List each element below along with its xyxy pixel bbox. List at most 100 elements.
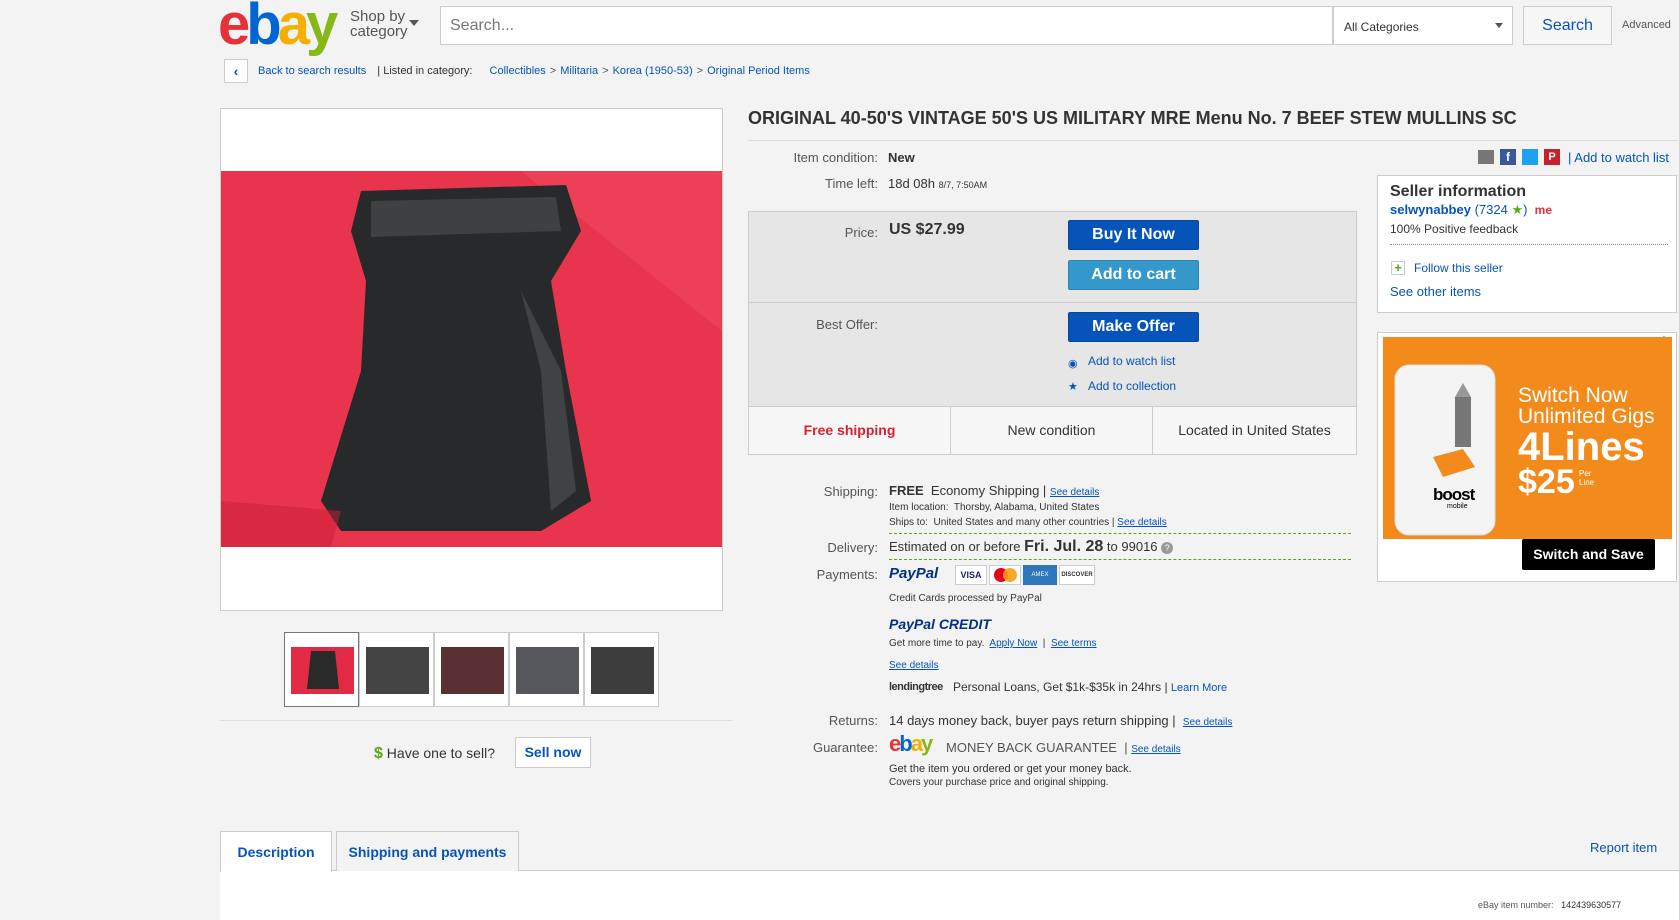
boost-brand: boost — [1433, 485, 1475, 504]
seller-heading: Seller information — [1390, 183, 1527, 200]
positive-feedback: 100% Positive feedback — [1390, 222, 1519, 236]
visa-icon: VISA — [955, 565, 987, 585]
guarantee-text: MONEY BACK GUARANTEE | See details — [946, 740, 1181, 755]
category-select[interactable]: All Categories — [1333, 6, 1513, 45]
returns-see-details-link[interactable]: See details — [1183, 717, 1232, 728]
amex-icon: AMEX — [1023, 565, 1057, 585]
ships-to: Ships to: United States and many other c… — [889, 517, 1167, 528]
paypal-logo: PayPal — [889, 565, 939, 582]
breadcrumb-collectibles[interactable]: Collectibles — [490, 65, 546, 77]
seller-name-row: selwynabbey (7324 ★) me — [1390, 202, 1553, 217]
search-button[interactable]: Search — [1523, 6, 1612, 45]
thumbnail-2[interactable] — [359, 632, 434, 707]
new-condition-highlight: New condition — [951, 407, 1153, 454]
description-content — [220, 871, 1679, 920]
shipping-see-details-link[interactable]: See details — [1050, 487, 1099, 498]
star-icon: ★ — [1068, 381, 1078, 393]
add-to-watch-list-link[interactable]: Add to watch list — [1088, 354, 1175, 368]
follow-seller-link[interactable]: Follow this seller — [1414, 261, 1503, 275]
returns-value: 14 days money back, buyer pays return sh… — [889, 713, 1233, 728]
ebay-guarantee-logo: ebay — [889, 731, 933, 756]
back-arrow-icon[interactable]: ‹ — [224, 59, 248, 83]
breadcrumb: Back to search results | Listed in categ… — [258, 65, 810, 77]
best-offer-label: Best Offer: — [816, 317, 878, 332]
switch-and-save-button[interactable]: Switch and Save — [1522, 539, 1655, 570]
add-to-cart-button[interactable]: Add to cart — [1068, 260, 1199, 290]
me-icon[interactable]: me — [1535, 203, 1552, 217]
breadcrumb-militaria[interactable]: Militaria — [560, 65, 598, 77]
mastercard-icon — [989, 565, 1021, 585]
buy-it-now-button[interactable]: Buy It Now — [1068, 220, 1199, 250]
lendingtree-logo: lendingtree — [889, 681, 943, 693]
see-terms-link[interactable]: See terms — [1051, 638, 1097, 649]
feedback-star-icon: ★ — [1511, 202, 1524, 217]
dashed-divider — [889, 559, 1351, 560]
make-offer-button[interactable]: Make Offer — [1068, 312, 1199, 342]
loans-text: Personal Loans, Get $1k-$35k in 24hrs | … — [953, 680, 1228, 694]
see-other-items-link[interactable]: See other items — [1390, 284, 1481, 299]
add-to-collection-link[interactable]: Add to collection — [1088, 379, 1176, 393]
chevron-down-icon — [409, 20, 419, 26]
item-title: ORIGINAL 40-50'S VINTAGE 50'S US MILITAR… — [748, 108, 1517, 128]
ad-line3: 4Lines — [1518, 425, 1645, 469]
have-one-to-sell: $ Have one to sell? — [374, 745, 495, 762]
credit-cards-note: Credit Cards processed by PayPal — [889, 593, 1042, 604]
chevron-down-icon — [1495, 23, 1503, 28]
email-icon[interactable] — [1478, 150, 1494, 164]
search-input[interactable]: Search... — [440, 6, 1333, 45]
paypal-credit-text: Get more time to pay. Apply Now | See te… — [889, 638, 1097, 649]
thumbnail-3[interactable] — [434, 632, 509, 707]
twitter-icon[interactable] — [1522, 149, 1538, 165]
time-left-label: Time left: — [825, 176, 878, 191]
ships-to-see-details-link[interactable]: See details — [1117, 517, 1166, 528]
facebook-icon[interactable]: f — [1500, 149, 1516, 165]
dollar-icon: $ — [374, 745, 383, 762]
ad-line2: Unlimited Gigs — [1518, 405, 1655, 428]
condition-label: Item condition: — [793, 150, 878, 165]
ebay-logo[interactable]: ebay — [218, 0, 338, 54]
back-to-search-link[interactable]: Back to search results — [258, 65, 366, 77]
thumbnail-4[interactable] — [509, 632, 584, 707]
feedback-count-link[interactable]: (7324 — [1475, 202, 1508, 217]
time-left-value: 18d 08h 8/7, 7:50AM — [888, 176, 988, 191]
guarantee-line1: Get the item you ordered or get your mon… — [889, 763, 1132, 775]
dotted-divider — [1390, 244, 1668, 245]
delivery-value: Estimated on or before Fri. Jul. 28 to 9… — [889, 538, 1174, 556]
dashed-divider — [889, 533, 1351, 534]
ad-price: $25 — [1518, 463, 1575, 501]
report-item-link[interactable]: Report item — [1590, 840, 1657, 855]
paypal-credit-logo: PayPal CREDIT — [889, 616, 991, 632]
tab-shipping-and-payments[interactable]: Shipping and payments — [336, 831, 519, 871]
plus-icon[interactable]: + — [1391, 261, 1405, 275]
divider — [749, 302, 1356, 303]
apply-now-link[interactable]: Apply Now — [989, 638, 1037, 649]
shipping-label: Shipping: — [823, 484, 878, 499]
ad-line1: Switch Now — [1518, 384, 1628, 407]
guarantee-line2: Covers your purchase price and original … — [889, 777, 1109, 788]
tab-description[interactable]: Description — [220, 831, 332, 872]
pinterest-icon[interactable]: P — [1544, 149, 1560, 165]
thumbnail-5[interactable] — [584, 632, 659, 707]
condition-value: New — [888, 150, 915, 165]
boost-ad-banner[interactable]: boost mobile Switch Now Unlimited Gigs 4… — [1383, 337, 1672, 539]
main-item-photo[interactable] — [221, 171, 722, 547]
item-location: Item location: Thorsby, Alabama, United … — [889, 502, 1100, 513]
breadcrumb-original-period-items[interactable]: Original Period Items — [707, 65, 810, 77]
add-to-watch-list-link[interactable]: | Add to watch list — [1568, 150, 1669, 165]
sell-now-button[interactable]: Sell now — [515, 737, 591, 768]
free-shipping-highlight: Free shipping — [749, 407, 951, 454]
paypal-see-details-link[interactable]: See details — [889, 655, 938, 673]
guarantee-see-details-link[interactable]: See details — [1131, 744, 1180, 755]
advanced-search-link[interactable]: Advanced — [1622, 19, 1671, 31]
thumbnail-1[interactable] — [284, 632, 359, 707]
mre-pouch-image — [221, 171, 722, 547]
help-icon[interactable]: ? — [1161, 541, 1174, 554]
location-highlight: Located in United States — [1178, 422, 1331, 438]
shipping-value: FREE Economy Shipping | See details — [889, 483, 1100, 498]
discover-icon: DISCOVER — [1059, 565, 1095, 585]
boost-brand-sub: mobile — [1447, 503, 1468, 510]
breadcrumb-korea[interactable]: Korea (1950-53) — [613, 65, 693, 77]
shop-by-category-button[interactable]: Shop by category — [350, 9, 408, 39]
seller-name-link[interactable]: selwynabbey — [1390, 202, 1471, 217]
learn-more-link[interactable]: Learn More — [1171, 682, 1227, 694]
